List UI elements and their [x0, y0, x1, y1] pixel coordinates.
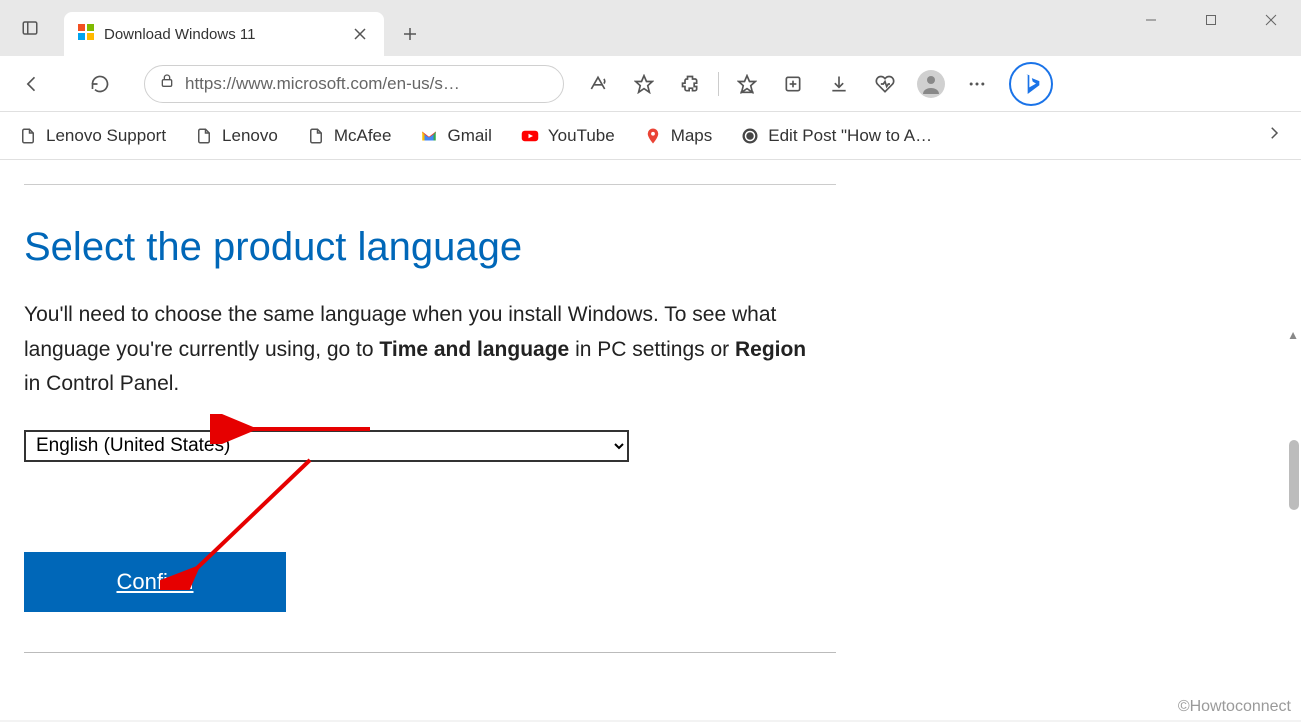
favorite-gmail[interactable]: Gmail	[419, 126, 491, 146]
new-tab-button[interactable]	[392, 16, 428, 52]
favorite-label: McAfee	[334, 126, 392, 146]
refresh-button[interactable]	[80, 64, 120, 104]
desc-bold: Region	[735, 338, 806, 361]
favorite-lenovo[interactable]: Lenovo	[194, 126, 278, 146]
browser-tab[interactable]: Download Windows 11	[64, 12, 384, 56]
desc-text: in PC settings or	[569, 338, 735, 361]
back-button[interactable]	[12, 64, 52, 104]
favorite-star-icon[interactable]	[622, 64, 666, 104]
favorite-label: Maps	[671, 126, 713, 146]
favorite-mcafee[interactable]: McAfee	[306, 126, 392, 146]
collections-icon[interactable]	[771, 64, 815, 104]
tab-title: Download Windows 11	[104, 26, 340, 43]
scroll-up-icon[interactable]: ▲	[1287, 328, 1299, 342]
section-divider	[24, 652, 836, 653]
favorite-maps[interactable]: Maps	[643, 126, 713, 146]
address-bar[interactable]: https://www.microsoft.com/en-us/s…	[144, 65, 564, 103]
url-text: https://www.microsoft.com/en-us/s…	[185, 74, 549, 94]
gmail-icon	[419, 126, 439, 146]
page-heading: Select the product language	[24, 225, 836, 270]
window-minimize-button[interactable]	[1121, 0, 1181, 40]
desc-text: in Control Panel.	[24, 372, 179, 395]
toolbar-separator	[718, 72, 719, 96]
tab-actions-icon[interactable]	[8, 6, 52, 50]
page-content-area: Select the product language You'll need …	[0, 160, 1301, 720]
confirm-button[interactable]: Confirm	[24, 552, 286, 612]
read-aloud-icon[interactable]	[576, 64, 620, 104]
favorite-label: Lenovo	[222, 126, 278, 146]
wordpress-icon	[740, 126, 760, 146]
watermark-text: ©Howtoconnect	[1178, 698, 1291, 716]
bing-chat-button[interactable]	[1009, 62, 1053, 106]
page-icon	[194, 126, 214, 146]
youtube-icon	[520, 126, 540, 146]
site-info-icon[interactable]	[159, 73, 175, 94]
section-divider	[24, 184, 836, 185]
tab-close-icon[interactable]	[350, 24, 370, 44]
favorite-edit-post[interactable]: Edit Post "How to A…	[740, 126, 932, 146]
profile-avatar[interactable]	[909, 64, 953, 104]
window-maximize-button[interactable]	[1181, 0, 1241, 40]
favorite-label: Lenovo Support	[46, 126, 166, 146]
vertical-scrollbar-thumb[interactable]	[1289, 440, 1299, 510]
browser-titlebar: Download Windows 11	[0, 0, 1301, 56]
maps-icon	[643, 126, 663, 146]
window-close-button[interactable]	[1241, 0, 1301, 40]
extensions-icon[interactable]	[668, 64, 712, 104]
browser-toolbar: https://www.microsoft.com/en-us/s…	[0, 56, 1301, 112]
page-icon	[18, 126, 38, 146]
desc-bold: Time and language	[379, 338, 569, 361]
favorites-overflow-icon[interactable]	[1265, 124, 1283, 147]
favorite-youtube[interactable]: YouTube	[520, 126, 615, 146]
favorites-list-icon[interactable]	[725, 64, 769, 104]
favorites-bar: Lenovo Support Lenovo McAfee Gmail YouTu…	[0, 112, 1301, 160]
settings-more-icon[interactable]	[955, 64, 999, 104]
favorite-label: YouTube	[548, 126, 615, 146]
favorite-label: Edit Post "How to A…	[768, 126, 932, 146]
window-controls	[1121, 0, 1301, 40]
downloads-icon[interactable]	[817, 64, 861, 104]
page-icon	[306, 126, 326, 146]
favorite-label: Gmail	[447, 126, 491, 146]
language-select[interactable]: English (United States)	[24, 430, 629, 462]
page-description: You'll need to choose the same language …	[24, 298, 824, 402]
tab-favicon-windows-icon	[78, 24, 94, 45]
health-icon[interactable]	[863, 64, 907, 104]
favorite-lenovo-support[interactable]: Lenovo Support	[18, 126, 166, 146]
